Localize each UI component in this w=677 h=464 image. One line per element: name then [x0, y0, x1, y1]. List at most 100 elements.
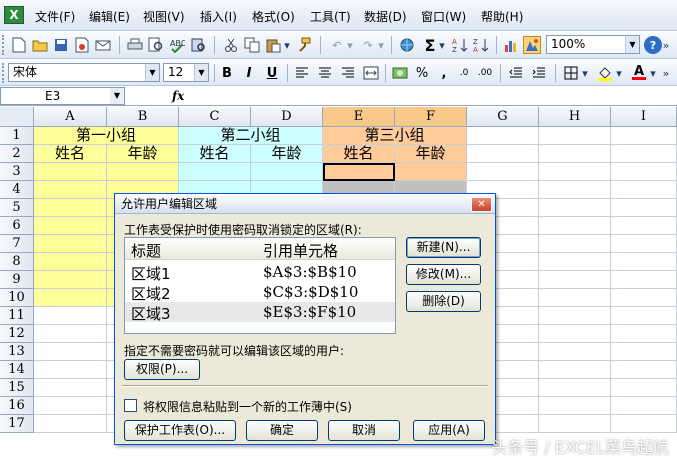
borders-dropdown-icon[interactable]: ▾ — [580, 64, 590, 82]
cell-h13[interactable] — [539, 343, 611, 361]
zoom-select[interactable]: 100% ▼ — [546, 35, 640, 54]
toolbar-grip[interactable] — [2, 63, 6, 83]
font-size-select[interactable]: 12 ▼ — [163, 63, 209, 82]
align-left-icon[interactable] — [293, 64, 311, 82]
increase-decimal-icon[interactable]: .0 — [455, 64, 473, 82]
cell-a14[interactable] — [34, 361, 107, 379]
row-header-1[interactable]: 1 — [0, 127, 34, 145]
row-header-16[interactable]: 16 — [0, 397, 34, 415]
cell-f3[interactable] — [395, 163, 467, 181]
column-header-e[interactable]: E — [323, 107, 395, 127]
cell-a12[interactable] — [34, 325, 107, 343]
row-header-14[interactable]: 14 — [0, 361, 34, 379]
range-row[interactable]: 区域1 $A$3:$B$10 — [125, 262, 395, 283]
column-header-d[interactable]: D — [251, 107, 323, 127]
apply-button[interactable]: 应用(A) — [413, 420, 485, 441]
cell-a15[interactable] — [34, 379, 107, 397]
ranges-list[interactable]: 标题 引用单元格 区域1 $A$3:$B$10 区域2 $C$3:$D$10 区… — [124, 237, 396, 334]
cell-f2[interactable]: 年龄 — [395, 145, 467, 163]
sort-ascending-icon[interactable]: AZ — [451, 36, 469, 54]
cell-h12[interactable] — [539, 325, 611, 343]
cell-i10[interactable] — [611, 289, 677, 307]
paste-dropdown-icon[interactable]: ▾ — [282, 36, 292, 54]
underline-button[interactable]: U — [263, 64, 281, 82]
row-header-4[interactable]: 4 — [0, 181, 34, 199]
group-header-1[interactable]: 第一小组 — [34, 127, 179, 145]
cell-h1[interactable] — [539, 127, 611, 145]
align-center-icon[interactable] — [316, 64, 334, 82]
cell-c2[interactable]: 姓名 — [179, 145, 251, 163]
cell-g2[interactable] — [467, 145, 539, 163]
increase-indent-icon[interactable] — [530, 64, 548, 82]
cell-i13[interactable] — [611, 343, 677, 361]
menu-window[interactable]: 窗口(W) — [421, 8, 466, 25]
menu-data[interactable]: 数据(D) — [364, 8, 407, 25]
menu-view[interactable]: 视图(V) — [143, 8, 185, 25]
cell-h5[interactable] — [539, 199, 611, 217]
paste-icon[interactable] — [264, 36, 282, 54]
cell-h9[interactable] — [539, 271, 611, 289]
font-name-select[interactable]: 宋体 ▼ — [8, 63, 160, 82]
cell-a6[interactable] — [34, 217, 107, 235]
cell-a11[interactable] — [34, 307, 107, 325]
row-header-2[interactable]: 2 — [0, 145, 34, 163]
bold-button[interactable]: B — [218, 64, 236, 82]
cell-h17[interactable] — [539, 415, 611, 433]
column-header-f[interactable]: F — [395, 107, 467, 127]
menu-file[interactable]: 文件(F) — [35, 8, 75, 25]
select-all-corner[interactable] — [0, 107, 34, 127]
save-icon[interactable] — [52, 36, 70, 54]
ok-button[interactable]: 确定 — [246, 420, 318, 441]
percent-button[interactable]: % — [413, 64, 431, 82]
fx-icon[interactable]: fx — [172, 89, 184, 103]
delete-button[interactable]: 删除(D) — [406, 291, 481, 312]
excel-app-icon[interactable]: X — [4, 6, 24, 24]
new-button[interactable]: 新建(N)... — [406, 237, 481, 258]
cell-a10[interactable] — [34, 289, 107, 307]
cell-g1[interactable] — [467, 127, 539, 145]
menu-edit[interactable]: 编辑(E) — [89, 8, 130, 25]
cell-i4[interactable] — [611, 181, 677, 199]
cell-a8[interactable] — [34, 253, 107, 271]
cell-i2[interactable] — [611, 145, 677, 163]
cell-i16[interactable] — [611, 397, 677, 415]
decrease-decimal-icon[interactable]: .00 — [476, 64, 494, 82]
row-header-5[interactable]: 5 — [0, 199, 34, 217]
row-header-13[interactable]: 13 — [0, 343, 34, 361]
protect-sheet-button[interactable]: 保护工作表(O)... — [124, 420, 236, 441]
italic-button[interactable]: I — [240, 64, 258, 82]
format-painter-icon[interactable] — [295, 36, 313, 54]
cell-g3[interactable] — [467, 163, 539, 181]
column-header-g[interactable]: G — [467, 107, 539, 127]
sort-descending-icon[interactable]: ZA — [472, 36, 490, 54]
row-header-9[interactable]: 9 — [0, 271, 34, 289]
help-icon[interactable]: ? — [644, 36, 662, 54]
name-box-dropdown-icon[interactable]: ▼ — [110, 88, 124, 104]
range-row-selected[interactable]: 区域3 $E$3:$F$10 — [125, 302, 395, 323]
print-icon[interactable] — [126, 36, 144, 54]
row-header-10[interactable]: 10 — [0, 289, 34, 307]
formula-input[interactable] — [190, 87, 677, 105]
row-header-7[interactable]: 7 — [0, 235, 34, 253]
research-icon[interactable] — [189, 36, 207, 54]
new-document-icon[interactable] — [10, 36, 28, 54]
font-color-icon[interactable]: A — [630, 64, 648, 82]
permission-icon[interactable] — [73, 36, 91, 54]
menu-help[interactable]: 帮助(H) — [481, 8, 523, 25]
cell-i17[interactable] — [611, 415, 677, 433]
cell-a17[interactable] — [34, 415, 107, 433]
row-header-3[interactable]: 3 — [0, 163, 34, 181]
toolbar-grip[interactable] — [2, 35, 6, 55]
currency-icon[interactable] — [391, 64, 409, 82]
cell-a7[interactable] — [34, 235, 107, 253]
cell-b2[interactable]: 年龄 — [107, 145, 179, 163]
row-header-12[interactable]: 12 — [0, 325, 34, 343]
menu-tools[interactable]: 工具(T) — [310, 8, 351, 25]
paste-permissions-checkbox[interactable] — [124, 399, 137, 412]
column-header-a[interactable]: A — [34, 107, 107, 127]
column-header-b[interactable]: B — [107, 107, 179, 127]
column-header-ref[interactable]: 引用单元格 — [263, 240, 338, 261]
cell-h8[interactable] — [539, 253, 611, 271]
range-row[interactable]: 区域2 $C$3:$D$10 — [125, 282, 395, 303]
menu-insert[interactable]: 插入(I) — [200, 8, 237, 25]
